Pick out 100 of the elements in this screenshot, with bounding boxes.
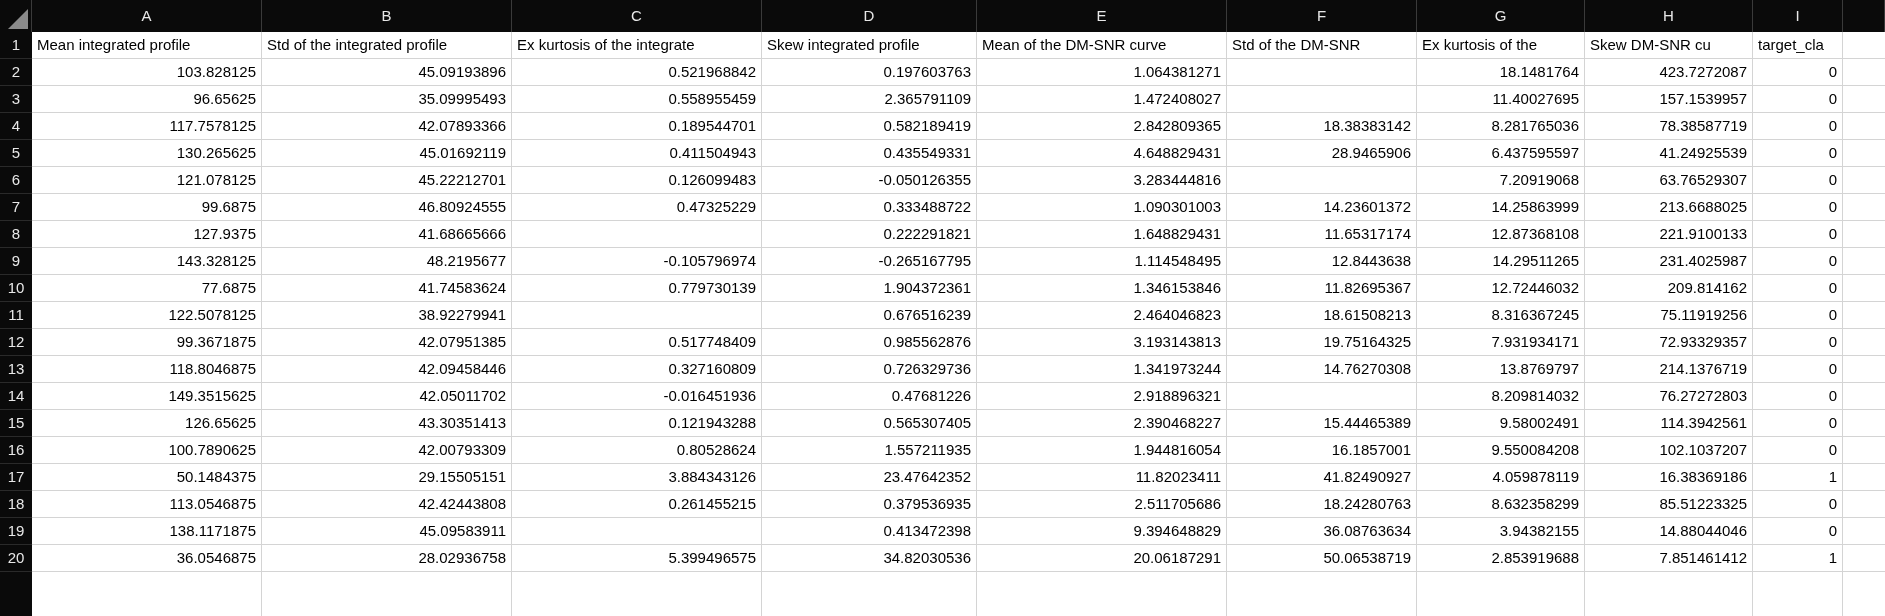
table-cell: 29.15505151	[262, 464, 512, 491]
table-cell: Skew integrated profile	[762, 32, 977, 59]
table-cell: 0.517748409	[512, 329, 762, 356]
column-header[interactable]: B	[262, 0, 512, 32]
table-cell: 114.3942561	[1585, 410, 1753, 437]
table-cell: 77.6875	[32, 275, 262, 302]
table-cell: 0	[1753, 491, 1843, 518]
table-cell: 213.6688025	[1585, 194, 1753, 221]
table-cell: Mean of the DM-SNR curve	[977, 32, 1227, 59]
row-header[interactable]: 16	[0, 437, 32, 464]
table-cell: 0	[1753, 113, 1843, 140]
table-cell: 6.437595597	[1417, 140, 1585, 167]
row-header[interactable]: 1	[0, 32, 32, 59]
column-header[interactable]: D	[762, 0, 977, 32]
table-cell: 1.472408027	[977, 86, 1227, 113]
row-header[interactable]: 3	[0, 86, 32, 113]
table-cell: 42.42443808	[262, 491, 512, 518]
table-cell: 12.87368108	[1417, 221, 1585, 248]
table-cell: 143.328125	[32, 248, 262, 275]
row-header[interactable]: 18	[0, 491, 32, 518]
row-header[interactable]: 15	[0, 410, 32, 437]
table-cell: 45.09583911	[262, 518, 512, 545]
table-cell: -0.105796974	[512, 248, 762, 275]
column-header[interactable]: H	[1585, 0, 1753, 32]
table-cell: -0.016451936	[512, 383, 762, 410]
table-cell: 0.521968842	[512, 59, 762, 86]
table-cell: 2.390468227	[977, 410, 1227, 437]
table-cell: 0.779730139	[512, 275, 762, 302]
table-cell: 3.94382155	[1417, 518, 1585, 545]
table-cell: 0.565307405	[762, 410, 977, 437]
row-header[interactable]: 2	[0, 59, 32, 86]
column-header[interactable]: G	[1417, 0, 1585, 32]
table-cell: 0.435549331	[762, 140, 977, 167]
table-cell: 34.82030536	[762, 545, 977, 572]
table-cell: 0	[1753, 383, 1843, 410]
row-header[interactable]: 12	[0, 329, 32, 356]
row-header[interactable]: 13	[0, 356, 32, 383]
table-cell: Ex kurtosis of the	[1417, 32, 1585, 59]
table-cell: 3.193143813	[977, 329, 1227, 356]
row-header[interactable]: 20	[0, 545, 32, 572]
row-header[interactable]: 14	[0, 383, 32, 410]
column-header[interactable]: A	[32, 0, 262, 32]
table-cell: 38.92279941	[262, 302, 512, 329]
table-cell: Std of the integrated profile	[262, 32, 512, 59]
table-cell: 0	[1753, 356, 1843, 383]
table-cell: 1.090301003	[977, 194, 1227, 221]
select-all-corner-icon[interactable]	[8, 9, 28, 29]
row-header[interactable]: 10	[0, 275, 32, 302]
row-header[interactable]: 6	[0, 167, 32, 194]
row-header[interactable]: 9	[0, 248, 32, 275]
table-cell: 127.9375	[32, 221, 262, 248]
table-cell: 4.059878119	[1417, 464, 1585, 491]
table-cell: 0	[1753, 221, 1843, 248]
table-cell: 14.88044046	[1585, 518, 1753, 545]
table-cell: 18.61508213	[1227, 302, 1417, 329]
table-cell: 48.2195677	[262, 248, 512, 275]
table-cell: 50.1484375	[32, 464, 262, 491]
table-cell: 42.07951385	[262, 329, 512, 356]
table-cell: 28.9465906	[1227, 140, 1417, 167]
table-cell: 75.11919256	[1585, 302, 1753, 329]
row-header[interactable]: 11	[0, 302, 32, 329]
table-cell: 0.676516239	[762, 302, 977, 329]
table-cell: 72.93329357	[1585, 329, 1753, 356]
table-cell: 118.8046875	[32, 356, 262, 383]
row-header[interactable]: 17	[0, 464, 32, 491]
table-cell: 0.327160809	[512, 356, 762, 383]
table-cell: 15.44465389	[1227, 410, 1417, 437]
row-header[interactable]: 8	[0, 221, 32, 248]
table-cell: 45.09193896	[262, 59, 512, 86]
column-header[interactable]: F	[1227, 0, 1417, 32]
table-cell: 8.632358299	[1417, 491, 1585, 518]
column-header[interactable]: I	[1753, 0, 1843, 32]
row-header[interactable]: 5	[0, 140, 32, 167]
table-cell: 11.65317174	[1227, 221, 1417, 248]
table-cell: 214.1376719	[1585, 356, 1753, 383]
table-cell: 0.582189419	[762, 113, 977, 140]
row-header[interactable]: 4	[0, 113, 32, 140]
table-cell: 46.80924555	[262, 194, 512, 221]
table-cell: 41.24925539	[1585, 140, 1753, 167]
table-cell: 8.281765036	[1417, 113, 1585, 140]
table-cell: 85.51223325	[1585, 491, 1753, 518]
table-cell: 41.68665666	[262, 221, 512, 248]
table-cell: 0	[1753, 167, 1843, 194]
table-cell: 0	[1753, 194, 1843, 221]
table-cell: -0.265167795	[762, 248, 977, 275]
table-cell: 13.8769797	[1417, 356, 1585, 383]
column-header[interactable]: C	[512, 0, 762, 32]
table-cell: 100.7890625	[32, 437, 262, 464]
table-cell: 103.828125	[32, 59, 262, 86]
table-cell: 9.394648829	[977, 518, 1227, 545]
table-cell: 96.65625	[32, 86, 262, 113]
table-cell: 76.27272803	[1585, 383, 1753, 410]
row-header[interactable]: 7	[0, 194, 32, 221]
table-cell: 130.265625	[32, 140, 262, 167]
table-cell: Mean integrated profile	[32, 32, 262, 59]
table-cell: 9.58002491	[1417, 410, 1585, 437]
table-cell: 2.853919688	[1417, 545, 1585, 572]
row-header[interactable]: 19	[0, 518, 32, 545]
table-cell: 1	[1753, 464, 1843, 491]
column-header[interactable]: E	[977, 0, 1227, 32]
